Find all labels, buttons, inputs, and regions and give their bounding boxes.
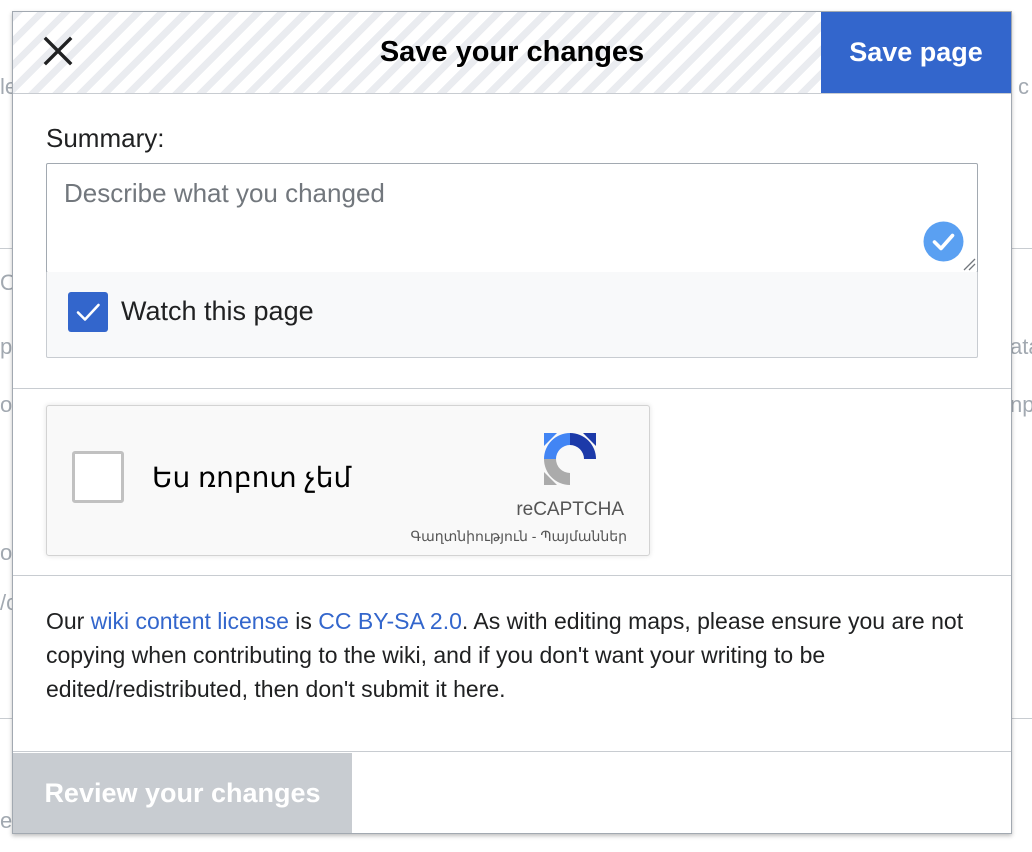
- background-text-fragment: c: [1018, 74, 1029, 99]
- recaptcha-brand: reCAPTCHA: [516, 499, 624, 520]
- cc-by-sa-link[interactable]: CC BY-SA 2.0: [318, 608, 462, 634]
- recaptcha-privacy-link[interactable]: Գաղտնիություն: [411, 528, 528, 544]
- close-icon: [43, 36, 73, 66]
- background-text-fragment: le: [0, 74, 12, 99]
- recaptcha-links: Գաղտնիություն - Պայմաններ: [347, 528, 627, 544]
- watch-checkbox[interactable]: [68, 292, 108, 332]
- summary-label: Summary:: [46, 123, 165, 153]
- section-divider: [13, 575, 1011, 576]
- section-divider: [13, 388, 1011, 389]
- background-text-fragment: p: [0, 334, 12, 359]
- save-page-button[interactable]: Save page: [821, 12, 1011, 93]
- grammar-check-icon[interactable]: [923, 221, 964, 262]
- license-notice: Our wiki content license is CC BY-SA 2.0…: [46, 604, 981, 706]
- watch-label[interactable]: Watch this page: [121, 294, 314, 328]
- checkmark-icon: [76, 303, 100, 321]
- summary-input[interactable]: [47, 164, 977, 272]
- watch-option: Watch this page: [46, 272, 978, 358]
- recaptcha-logo-icon: [538, 427, 602, 491]
- license-text-start: Our: [46, 608, 91, 634]
- background-text-fragment: o: [0, 392, 12, 417]
- dialog-header: Save your changes Save page: [13, 12, 1011, 94]
- summary-field: [46, 163, 978, 273]
- license-text-middle: is: [288, 608, 319, 634]
- recaptcha-terms-link[interactable]: Պայմաններ: [540, 528, 627, 544]
- background-text-fragment: ot: [0, 540, 12, 565]
- recaptcha-widget: Ես ռոբոտ չեմ reCAPTCHA Գաղտնիություն - Պ…: [46, 405, 650, 556]
- recaptcha-checkbox[interactable]: [72, 451, 124, 503]
- wiki-content-license-link[interactable]: wiki content license: [91, 608, 289, 634]
- resize-handle-icon[interactable]: [962, 257, 976, 271]
- dialog-footer: Review your changes: [13, 751, 1011, 833]
- save-changes-dialog: Save your changes Save page Summary: Wat…: [12, 11, 1012, 834]
- background-text-fragment: O: [0, 270, 12, 295]
- recaptcha-link-separator: -: [527, 528, 541, 544]
- review-changes-button[interactable]: Review your changes: [13, 753, 352, 833]
- background-text-fragment: e): [0, 808, 12, 833]
- recaptcha-label: Ես ռոբոտ չեմ: [152, 462, 352, 493]
- background-text-fragment: ata: [1010, 334, 1032, 359]
- background-text-fragment: np: [1010, 392, 1032, 417]
- background-text-fragment: /c: [0, 590, 12, 615]
- close-button[interactable]: [35, 32, 83, 74]
